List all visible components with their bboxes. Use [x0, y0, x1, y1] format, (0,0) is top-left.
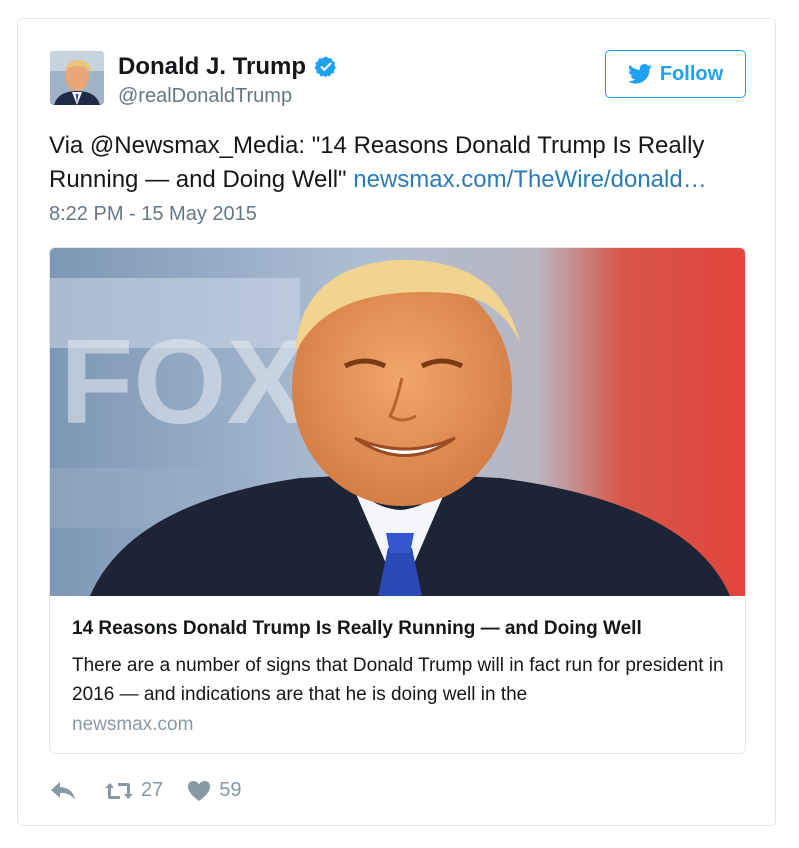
- tweet-actions: 27 59: [49, 779, 242, 802]
- tweet-card: Donald J. Trump @realDonaldTrump Follow …: [17, 18, 776, 826]
- like-count: 59: [219, 779, 242, 801]
- article-photo: FOX: [50, 248, 745, 596]
- tweet-timestamp[interactable]: 8:22 PM - 15 May 2015: [49, 203, 257, 226]
- tweet-text: Via @Newsmax_Media: "14 Reasons Donald T…: [49, 129, 739, 197]
- heart-icon: [188, 780, 211, 801]
- follow-button-label: Follow: [659, 62, 724, 85]
- reply-icon: [51, 781, 75, 800]
- tweet-link[interactable]: newsmax.com/TheWire/donald…: [353, 166, 706, 193]
- retweet-button[interactable]: 27: [105, 779, 163, 802]
- card-title[interactable]: 14 Reasons Donald Trump Is Really Runnin…: [72, 618, 732, 640]
- display-name[interactable]: Donald J. Trump: [118, 53, 306, 81]
- avatar[interactable]: [50, 51, 104, 105]
- link-preview-card[interactable]: FOX 14 Reasons Donald Trump Is Really Ru…: [49, 247, 746, 754]
- reply-button[interactable]: [49, 780, 77, 802]
- follow-button[interactable]: Follow: [605, 50, 746, 98]
- twitter-bird-icon: [627, 64, 652, 84]
- card-domain: newsmax.com: [72, 714, 194, 735]
- avatar-photo: [50, 51, 104, 105]
- author-name-row: Donald J. Trump: [118, 53, 338, 81]
- author-handle[interactable]: @realDonaldTrump: [118, 85, 292, 108]
- like-button[interactable]: 59: [187, 779, 242, 802]
- svg-text:FOX: FOX: [60, 315, 307, 449]
- card-description: There are a number of signs that Donald …: [72, 655, 724, 705]
- retweet-count: 27: [141, 779, 164, 801]
- verified-badge-icon: [314, 56, 337, 78]
- retweet-icon: [105, 782, 133, 799]
